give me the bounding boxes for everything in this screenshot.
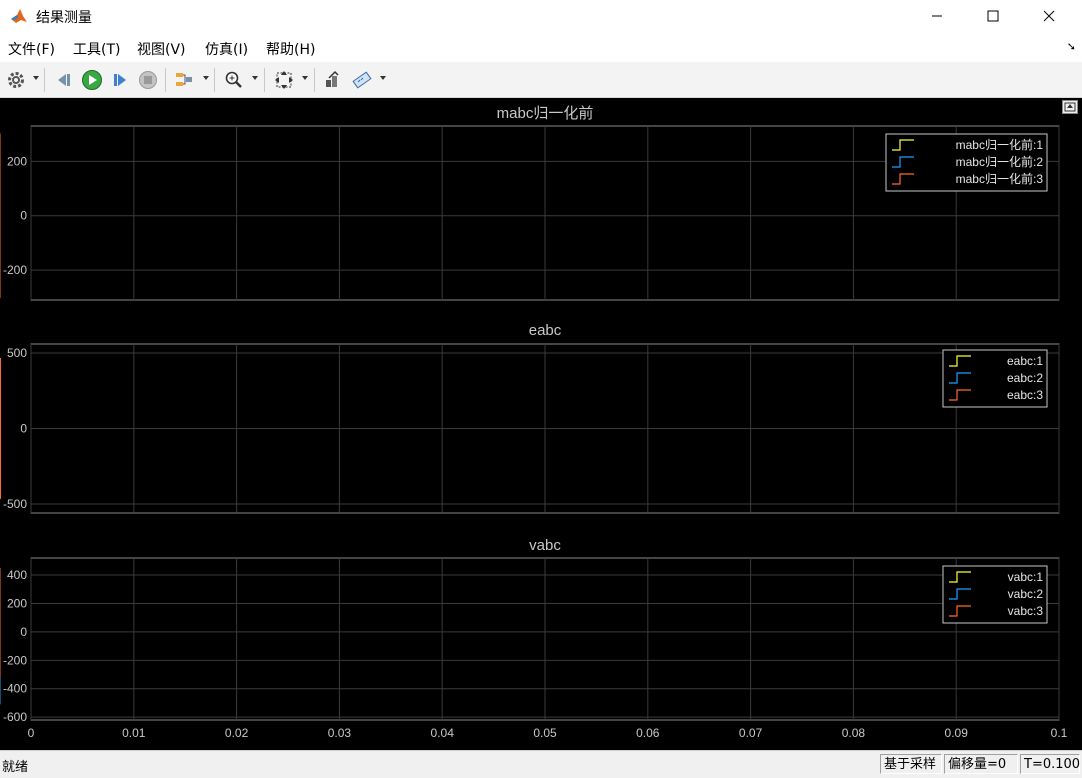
menu-view[interactable]: 视图(V) [137,39,186,59]
y-tick-label: 0 [20,209,27,223]
legend-label: vabc:1 [1008,570,1044,584]
legend-label: vabc:2 [1008,587,1044,601]
legend: vabc:1 vabc:2 vabc:3 [942,565,1048,624]
menu-file[interactable]: 文件(F) [8,39,55,59]
window-title: 结果测量 [36,10,92,26]
zoom-button[interactable] [222,68,246,92]
undock-button[interactable] [1062,100,1078,114]
highlight-icon [176,73,192,86]
step-back-icon [58,74,70,86]
y-tick-label: 0 [20,422,27,436]
restore-button[interactable] [321,68,345,92]
x-tick-label: 0 [28,726,35,740]
autoscale-button[interactable] [272,68,296,92]
measure-icon [352,71,372,89]
settings-icon [8,72,24,88]
restore-icon [326,70,339,87]
autoscale-icon [275,71,293,89]
legend-label: eabc:2 [1007,371,1043,385]
zoom-icon [225,71,242,88]
x-tick-label: 0.1 [1051,726,1068,740]
menu-tools[interactable]: 工具(T) [73,39,120,59]
zoom-dropdown-icon[interactable] [252,76,258,80]
time-indicator: T=0.100 [1020,754,1080,774]
menu-help[interactable]: 帮助(H) [266,39,315,59]
step-back-button[interactable] [52,68,76,92]
x-tick-label: 0.08 [842,726,866,740]
legend-label: eabc:1 [1007,354,1043,368]
toolbar-separator [314,68,315,92]
step-forward-button[interactable] [108,68,132,92]
step-forward-icon [114,74,126,86]
x-tick-label: 0.02 [225,726,249,740]
legend-label: mabc归一化前:2 [956,154,1044,169]
maximize-button[interactable] [965,0,1021,32]
legend: mabc归一化前:1 mabc归一化前:2 mabc归一化前:3 [885,133,1048,192]
scope-axes-2: eabc 500 0 -500 eabc:1 eabc:2 eabc:3 [0,322,1060,514]
y-tick-label: 200 [7,596,27,610]
axes-title: mabc归一化前 [497,105,594,122]
pwm-band [0,428,1,499]
y-tick-label: 500 [7,346,27,360]
y-tick-label: -600 [3,710,27,724]
toolbar-separator [165,68,166,92]
measure-dropdown-icon[interactable] [380,76,386,80]
sample-mode-indicator: 基于采样 [880,754,942,774]
pwm-band [0,358,1,429]
menu-bar: 文件(F) 工具(T) 视图(V) 仿真(I) 帮助(H) ➘ [0,32,1082,62]
close-icon [1043,10,1055,22]
status-bar: 就绪 基于采样 偏移量=0 T=0.100 [0,750,1082,778]
y-tick-label: 200 [7,154,27,168]
autoscale-dropdown-icon[interactable] [302,76,308,80]
status-message: 就绪 [2,760,29,775]
y-tick-label: 400 [7,568,27,582]
x-tick-label: 0.05 [533,726,557,740]
minimize-button[interactable] [909,0,965,32]
scope-axes-1: mabc归一化前2000-200mabc归一化前:1mabc归一化前:2mabc… [0,105,1060,301]
highlight-dropdown-icon[interactable] [203,76,209,80]
x-tick-label: 0.01 [122,726,146,740]
legend-label: mabc归一化前:1 [956,137,1044,152]
undock-icon [1064,102,1076,112]
y-tick-label: -200 [3,653,27,667]
maximize-icon [987,10,999,22]
offset-indicator: 偏移量=0 [944,754,1018,774]
x-tick-label: 0.06 [636,726,660,740]
x-tick-label: 0.09 [945,726,969,740]
y-tick-label: 0 [20,625,27,639]
legend-label: vabc:3 [1008,604,1044,618]
scope-axes-3: vabc4002000-200-400-6000 0.01 0.02 0.03 0.04… [0,537,1068,740]
scope-figure: mabc归一化前2000-200mabc归一化前:1mabc归一化前:2mabc… [0,105,1068,740]
stop-icon [139,71,157,89]
legend-label: eabc:3 [1007,388,1043,402]
close-button[interactable] [1021,0,1077,32]
minimize-icon [932,15,942,17]
highlight-button[interactable] [172,68,196,92]
toolbar [0,62,1082,98]
toolbar-separator [264,68,265,92]
y-tick-label: -200 [3,263,27,277]
toolbar-collapse-icon[interactable]: ➘ [1067,40,1076,53]
run-icon [82,70,102,90]
settings-button[interactable] [4,68,28,92]
run-button[interactable] [80,68,104,92]
legend: eabc:1 eabc:2 eabc:3 [942,349,1048,408]
stop-button[interactable] [136,68,160,92]
x-tick-label: 0.07 [739,726,763,740]
title-bar: 结果测量 [0,0,1082,32]
axes-title: eabc [529,322,562,339]
scope-plot-area[interactable]: mabc归一化前 200 0 -200 mabc归一化前:1 mabc归一化前:2 mabc… [0,98,1082,750]
menu-simulation[interactable]: 仿真(I) [205,39,248,59]
settings-dropdown-icon[interactable] [33,76,39,80]
toolbar-separator [214,68,215,92]
matlab-logo-icon [10,7,28,25]
y-tick-label: -500 [3,497,27,511]
axes-title: vabc [529,537,561,554]
x-tick-label: 0.04 [431,726,455,740]
y-tick-label: -400 [3,682,27,696]
legend-label: mabc归一化前:3 [956,171,1044,186]
x-tick-label: 0.03 [328,726,352,740]
toolbar-separator [44,68,45,92]
measure-button[interactable] [350,68,374,92]
